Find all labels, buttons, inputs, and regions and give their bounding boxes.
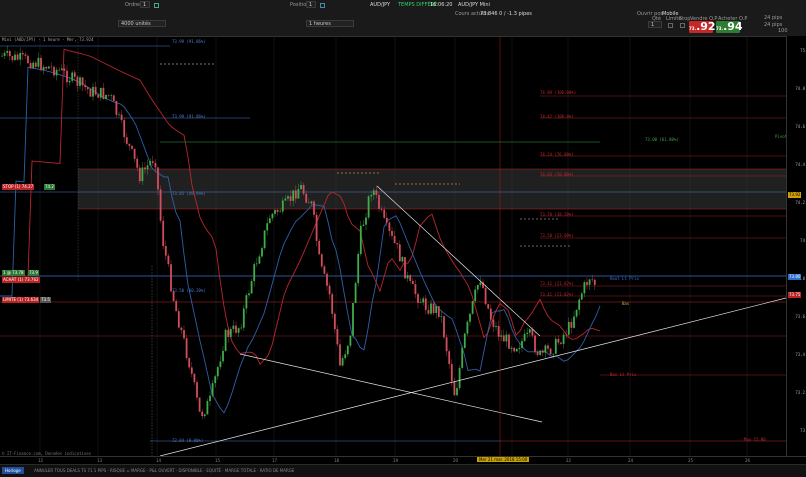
clock-time: 16:06:20 (430, 2, 453, 8)
price-tick: 73 (800, 428, 805, 433)
right-label-bas: Bas (622, 301, 630, 306)
buy-order-value[interactable]: 73.9 (28, 270, 39, 276)
date-tick: 12 (38, 458, 44, 463)
buy-order-tag[interactable]: 1 @ 73.78 (2, 270, 25, 276)
limit-order-tag[interactable]: LIMITE (1) 73.634 (2, 297, 40, 303)
timeframe-select[interactable]: 1 heures (306, 20, 354, 27)
price-tick: 74.4 (795, 162, 805, 167)
qty-input[interactable]: 1 (648, 21, 662, 28)
status-bar: Horloge ANNULER TOUS DEALS TS 71 1 PIPS … (0, 464, 806, 477)
red-level-3: 74.24 (76.80%) (540, 152, 574, 157)
fib-label-low: 73.50 (60.20%) (172, 288, 206, 293)
instrument-name: AUD/JPY Mini (458, 2, 490, 8)
position-count[interactable]: 1 (306, 1, 316, 8)
date-tick: 14 (156, 458, 162, 463)
red-level-7: 73.41 (21.02%) (540, 281, 574, 286)
date-tick: 18 (334, 458, 340, 463)
clock-button[interactable]: Horloge (2, 467, 24, 474)
date-tick: 17 (272, 458, 278, 463)
size-select[interactable]: 4000 unités (118, 20, 166, 27)
fib-label-upper: 73.99 (91.86%) (172, 114, 206, 119)
fib-label-bottom: 72.84 (0.00%) (172, 438, 204, 443)
green-level-label: 73.00 (61.80%) (645, 137, 679, 142)
far-right-label: Max 15.00 (744, 437, 766, 442)
price-tick: 74.2 (795, 200, 805, 205)
trading-toolbar: Ordres 1 Position 1 AUD/JPY TEMPS DIFFÉR… (0, 0, 806, 37)
limit-order-value[interactable]: 73.5 (40, 297, 51, 303)
price-tick: 74.6 (795, 124, 805, 129)
price-tick: 75 (800, 48, 805, 53)
buy-price: .94 (723, 20, 743, 33)
status-ticker: ANNULER TOUS DEALS TS 71 1 PIPS · RISQUE… (34, 468, 295, 473)
right-label-high: Haut Lt Prix (610, 276, 639, 281)
position-icon[interactable] (320, 3, 325, 8)
fib-label-top: 73.99 (91.86%) (172, 39, 206, 44)
entry-order-tag[interactable]: ACHAT (1) 73.762 (2, 277, 40, 283)
orders-count[interactable]: 1 (140, 1, 150, 8)
sell-button[interactable]: 73..92 (689, 20, 716, 33)
amount-label: 100 (778, 28, 788, 34)
price-tick: 73.4 (795, 352, 805, 357)
date-tick: 13 (97, 458, 103, 463)
limit-checkbox[interactable] (668, 23, 673, 28)
price-flag-2: 73.80 (788, 274, 802, 280)
red-level-2: 74.42 (100.0%) (540, 114, 574, 119)
date-tick: 26 (745, 458, 751, 463)
chart-header: Mini (AUD/JPY) · 1 heure · Mer, 73.924 (2, 37, 94, 42)
level-labels: 73.99 (91.86%) 73.99 (91.86%) 73.85 (49.… (0, 36, 802, 456)
price-axis[interactable]: 75 74.8 74.6 74.4 74.2 74 73.8 73.6 73.4… (786, 36, 806, 456)
fib-label-mid: 73.85 (49.94%) (172, 191, 206, 196)
market-name[interactable]: AUD/JPY (370, 2, 390, 8)
price-tick: 74 (800, 238, 805, 243)
price-tick: 73.6 (795, 314, 805, 319)
date-tick: 20 (453, 458, 459, 463)
date-cursor-label: Mer 21 mar. 2018 15:00 (477, 457, 530, 462)
price-tick: 73.2 (795, 390, 805, 395)
right-label-low: Bas Lt Prix (610, 372, 637, 377)
date-tick: 24 (628, 458, 634, 463)
red-level-1: 74.89 (100.00%) (540, 90, 577, 95)
red-level-4: 74.03 (50.00%) (540, 172, 574, 177)
date-tick: 22 (566, 458, 572, 463)
last-price-value: 73.846 0 / -1.3 pipes (480, 11, 532, 17)
current-price-flag: 73.92 (788, 192, 802, 198)
red-level-5: 73.78 (38.20%) (540, 212, 574, 217)
price-flag-3: 73.75 (788, 292, 802, 298)
stop-checkbox[interactable] (680, 23, 685, 28)
stop-order-value[interactable]: 74.2 (44, 184, 55, 190)
buy-button[interactable]: 73..94 (716, 20, 743, 33)
date-tick: 15 (215, 458, 221, 463)
red-level-6: 73.50 (23.60%) (540, 233, 574, 238)
sell-price: .92 (696, 20, 716, 33)
pips-label-1: 24 pips (764, 15, 783, 21)
orders-icon[interactable] (154, 3, 159, 8)
date-tick: 19 (393, 458, 399, 463)
red-level-8: 73.41 (21.02%) (540, 292, 574, 297)
stop-order-tag[interactable]: STOP (1) 74.27 (2, 184, 35, 190)
date-tick: 25 (688, 458, 694, 463)
price-tick: 74.8 (795, 86, 805, 91)
